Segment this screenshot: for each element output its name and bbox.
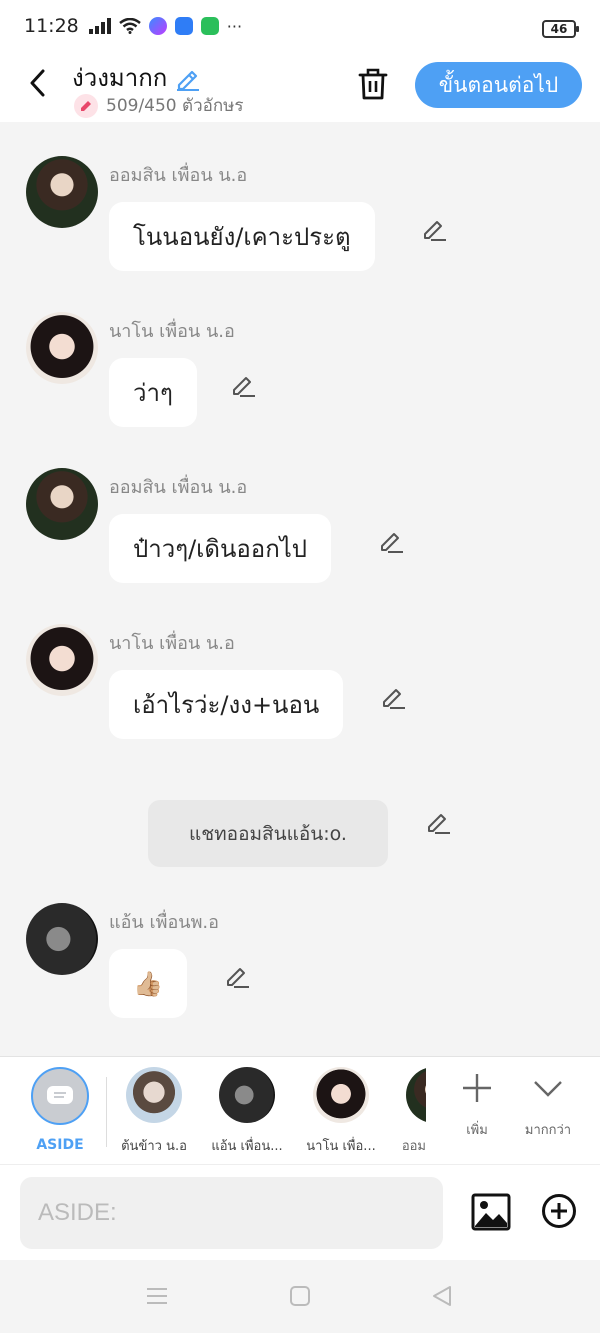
- character-label: ออม: [401, 1139, 426, 1154]
- more-characters-button[interactable]: มากกว่า: [520, 1071, 576, 1140]
- aside-avatar: [31, 1067, 89, 1125]
- header: ง่วงมากก 509/450 ตัวอักษร ขั้นตอนต่อไป: [0, 52, 600, 122]
- status-bar: 11:28 ··· 46: [0, 0, 600, 52]
- next-step-button[interactable]: ขั้นตอนต่อไป: [415, 62, 582, 108]
- message-bubble[interactable]: เอ้าไรว่ะ/งง+นอน: [109, 670, 344, 739]
- sender-name: แอ้น เพื่อนพ.อ: [109, 912, 219, 933]
- image-icon[interactable]: [471, 1193, 511, 1231]
- more-status-icon: ···: [226, 16, 243, 36]
- system-nav-bar: [0, 1260, 600, 1333]
- composer: [0, 1164, 600, 1260]
- pencil-icon: [74, 93, 98, 118]
- message-bubble[interactable]: ป๋าวๆ/เดินออกไป: [109, 514, 332, 583]
- app-icon: [174, 17, 193, 35]
- edit-message-icon[interactable]: [230, 372, 256, 398]
- chat-bubble-icon: [47, 1086, 73, 1104]
- menu-icon[interactable]: [145, 1284, 169, 1308]
- store-icon: [200, 17, 219, 35]
- message-input[interactable]: [20, 1177, 443, 1249]
- character-aside[interactable]: ASIDE: [15, 1067, 105, 1153]
- message-bubble[interactable]: โนนอนยัง/เคาะประตู: [109, 202, 375, 271]
- character-item[interactable]: ต้นข้าว น.อ: [109, 1067, 199, 1156]
- narration-bubble[interactable]: แชทออมสินแอ้น:o.: [148, 800, 388, 867]
- character-selector: ASIDE ต้นข้าว น.อ แอ้น เพื่อน... นาโน เพ…: [0, 1056, 600, 1164]
- messenger-icon: [148, 17, 167, 35]
- sender-name: นาโน เพื่อน น.อ: [109, 633, 235, 654]
- char-counter: 509/450 ตัวอักษร: [74, 92, 243, 119]
- signal-icon: [88, 18, 111, 34]
- edit-title-icon[interactable]: [175, 65, 201, 91]
- edit-message-icon[interactable]: [224, 963, 250, 989]
- plus-icon: [463, 1074, 491, 1102]
- battery-icon: 46: [542, 20, 579, 38]
- status-icons: ···: [88, 16, 243, 36]
- character-label: นาโน เพื่อ...: [306, 1139, 376, 1154]
- home-icon[interactable]: [288, 1284, 312, 1308]
- character-avatar: [219, 1067, 275, 1123]
- edit-message-icon[interactable]: [380, 684, 406, 710]
- sender-name: ออมสิน เพื่อน น.อ: [109, 477, 248, 498]
- avatar[interactable]: [26, 624, 98, 696]
- add-label: เพิ่ม: [466, 1123, 488, 1138]
- add-circle-icon[interactable]: [541, 1193, 577, 1229]
- char-counter-text: 509/450 ตัวอักษร: [106, 96, 244, 116]
- message-bubble[interactable]: 👍🏼: [109, 949, 187, 1018]
- character-avatar: [313, 1067, 369, 1123]
- chevron-down-icon: [534, 1081, 562, 1097]
- add-character-button[interactable]: เพิ่ม: [456, 1071, 498, 1140]
- character-item[interactable]: แอ้น เพื่อน...: [202, 1067, 292, 1156]
- more-label: มากกว่า: [524, 1123, 572, 1138]
- sender-name: ออมสิน เพื่อน น.อ: [109, 165, 248, 186]
- character-label: แอ้น เพื่อน...: [211, 1139, 283, 1154]
- battery-level: 46: [550, 22, 568, 36]
- back-nav-icon[interactable]: [430, 1284, 454, 1308]
- wifi-icon: [118, 18, 141, 34]
- edit-message-icon[interactable]: [421, 216, 447, 242]
- back-icon[interactable]: [22, 66, 52, 100]
- avatar[interactable]: [26, 312, 98, 384]
- message-bubble[interactable]: ว่าๆ: [109, 358, 197, 427]
- edit-message-icon[interactable]: [378, 528, 404, 554]
- character-label: ต้นข้าว น.อ: [121, 1139, 187, 1154]
- character-item[interactable]: นาโน เพื่อ...: [296, 1067, 386, 1156]
- avatar[interactable]: [26, 468, 98, 540]
- avatar[interactable]: [26, 903, 98, 975]
- sender-name: นาโน เพื่อน น.อ: [109, 321, 235, 342]
- character-item[interactable]: ออม: [390, 1067, 426, 1156]
- character-avatar: [406, 1067, 426, 1123]
- edit-narration-icon[interactable]: [425, 809, 451, 835]
- aside-label: ASIDE: [36, 1137, 84, 1153]
- character-avatar: [126, 1067, 182, 1123]
- trash-icon[interactable]: [356, 66, 390, 102]
- status-time: 11:28: [24, 15, 79, 37]
- avatar[interactable]: [26, 156, 98, 228]
- chat-area: ออมสิน เพื่อน น.อ โนนอนยัง/เคาะประตู นาโ…: [0, 122, 600, 1056]
- divider: [106, 1077, 107, 1147]
